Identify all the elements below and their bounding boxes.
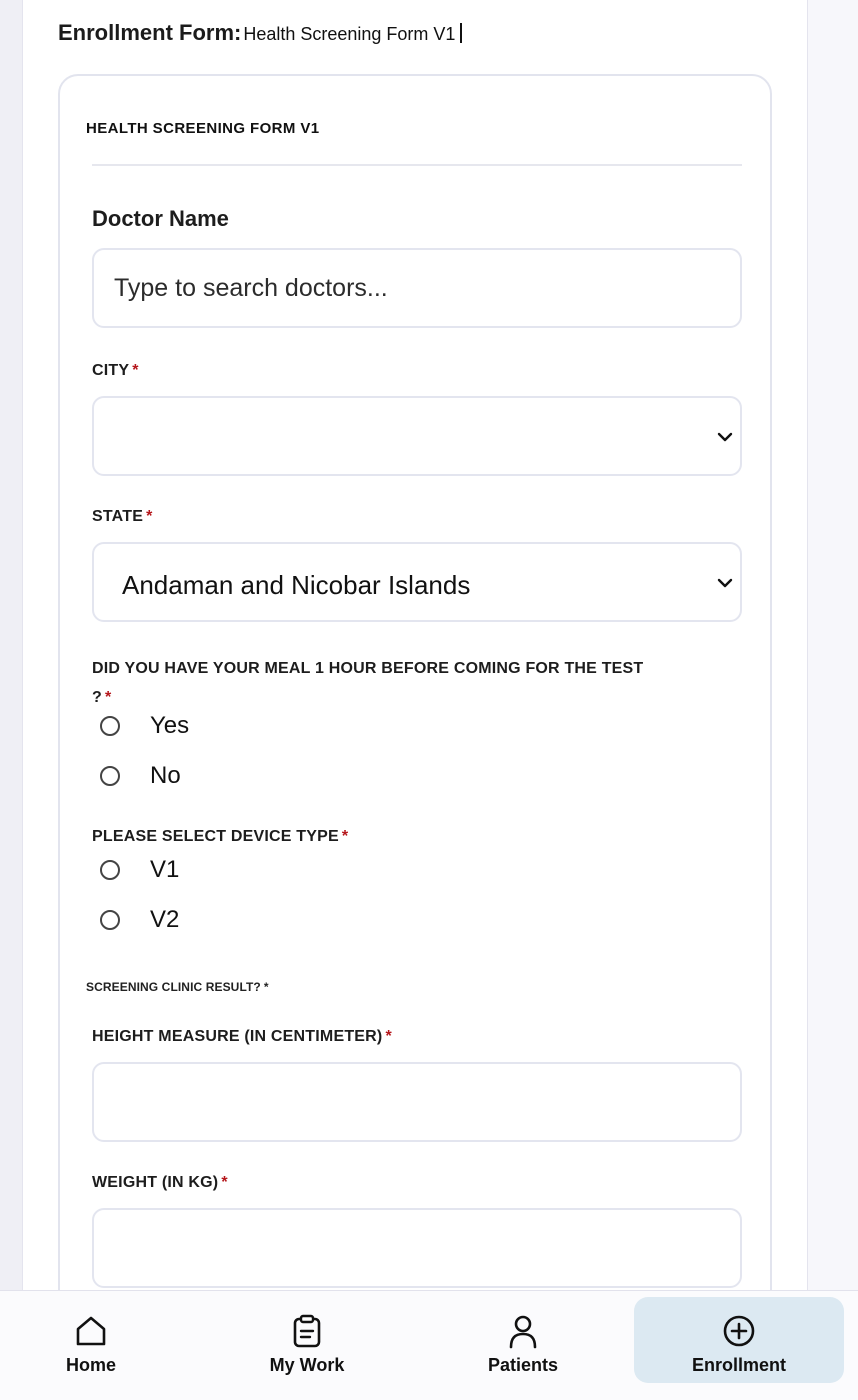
device-option-v1[interactable]: V1	[100, 856, 179, 884]
meal-option-yes[interactable]: Yes	[100, 712, 189, 740]
clipboard-icon	[293, 1314, 321, 1348]
enrollment-header: Enrollment Form: Health Screening Form V…	[58, 20, 463, 46]
nav-my-work-label: My Work	[269, 1355, 345, 1375]
doctor-name-label: Doctor Name	[92, 206, 229, 231]
person-icon	[509, 1315, 537, 1349]
meal-question-line1: DID YOU HAVE YOUR MEAL 1 HOUR BEFORE COM…	[92, 660, 644, 677]
right-gutter	[808, 0, 858, 1290]
nav-patients[interactable]: Patients	[418, 1297, 628, 1383]
weight-label-text: WEIGHT (IN KG)	[92, 1174, 219, 1191]
form-card: HEALTH SCREENING FORM V1 Doctor Name Typ…	[58, 74, 772, 1334]
meal-option-no-label: No	[150, 762, 181, 789]
required-mark: *	[146, 508, 153, 525]
plus-circle-icon	[723, 1315, 755, 1347]
device-type-label: PLEASE SELECT DEVICE TYPE *	[92, 828, 348, 846]
nav-patients-label: Patients	[487, 1355, 559, 1375]
meal-option-yes-label: Yes	[150, 712, 190, 739]
form-name: Health Screening Form V1	[243, 24, 456, 44]
clinic-result-label-text: SCREENING CLINIC RESULT?	[86, 980, 261, 994]
required-mark: *	[341, 828, 349, 845]
nav-enrollment-label: Enrollment	[691, 1355, 786, 1375]
device-option-v1-label: V1	[150, 856, 180, 883]
city-select[interactable]	[92, 396, 742, 476]
nav-home-label: Home	[65, 1355, 116, 1375]
city-label-text: CITY	[92, 362, 130, 379]
radio-yes[interactable]	[100, 716, 120, 736]
device-option-v2[interactable]: V2	[100, 906, 179, 934]
height-input[interactable]	[92, 1062, 742, 1142]
text-cursor	[460, 23, 463, 43]
height-label-text: HEIGHT MEASURE (IN CENTIMETER)	[92, 1028, 383, 1045]
divider	[92, 164, 742, 166]
home-icon	[76, 1316, 106, 1346]
bottom-nav: Home My Work Patients Enrollment	[0, 1290, 858, 1400]
radio-no[interactable]	[100, 766, 120, 786]
page-title: Enrollment Form:	[58, 20, 242, 45]
weight-input[interactable]	[92, 1208, 742, 1288]
weight-label: WEIGHT (IN KG) *	[92, 1174, 228, 1192]
required-mark: *	[132, 362, 139, 379]
meal-option-no[interactable]: No	[100, 762, 181, 790]
device-option-v2-label: V2	[150, 906, 180, 933]
state-select[interactable]: Andaman and Nicobar Islands	[92, 542, 742, 622]
radio-v1[interactable]	[100, 860, 120, 880]
radio-v2[interactable]	[100, 910, 120, 930]
state-label-text: STATE	[92, 508, 144, 525]
doctor-search-input[interactable]: Type to search doctors...	[92, 248, 742, 328]
required-mark: *	[104, 689, 112, 706]
nav-enrollment[interactable]: Enrollment	[634, 1297, 844, 1383]
chevron-down-icon	[717, 432, 733, 442]
device-type-label-text: PLEASE SELECT DEVICE TYPE	[92, 828, 339, 845]
clinic-result-label: SCREENING CLINIC RESULT? *	[86, 980, 269, 994]
state-select-value: Andaman and Nicobar Islands	[122, 570, 471, 600]
city-label: CITY *	[92, 362, 139, 380]
card-title: HEALTH SCREENING FORM V1	[86, 120, 320, 137]
required-mark: *	[385, 1028, 392, 1045]
height-label: HEIGHT MEASURE (IN CENTIMETER) *	[92, 1028, 392, 1046]
meal-question-label: DID YOU HAVE YOUR MEAL 1 HOUR BEFORE COM…	[92, 654, 752, 712]
required-mark: *	[263, 980, 269, 994]
doctor-search-placeholder: Type to search doctors...	[114, 274, 388, 302]
state-label: STATE *	[92, 508, 153, 526]
nav-home[interactable]: Home	[0, 1297, 196, 1383]
nav-my-work[interactable]: My Work	[202, 1297, 412, 1383]
meal-question-line2: ?	[92, 689, 102, 706]
chevron-down-icon	[717, 578, 733, 588]
required-mark: *	[221, 1174, 228, 1191]
